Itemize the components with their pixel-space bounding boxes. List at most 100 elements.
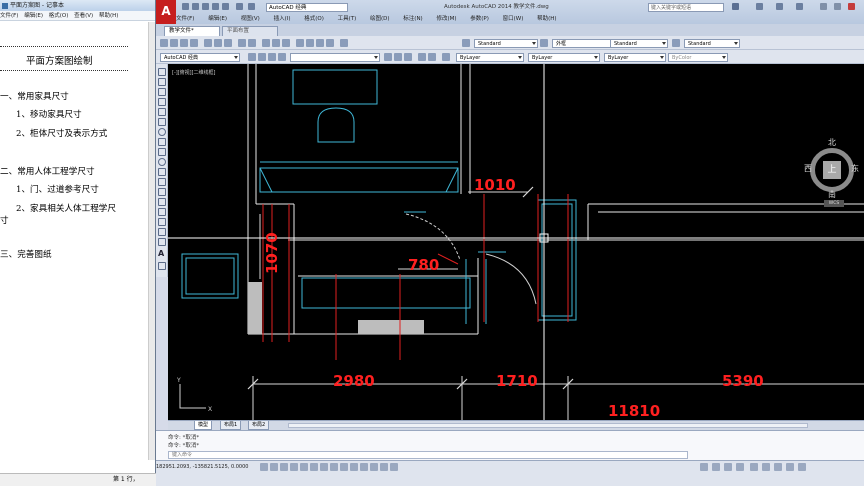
menu-tools[interactable]: 工具(T) — [338, 16, 357, 22]
ortho-icon[interactable] — [290, 463, 298, 471]
menu-draw[interactable]: 绘图(D) — [370, 16, 390, 22]
workspace-select-2[interactable]: AutoCAD 经典 — [160, 53, 240, 62]
otrack-icon[interactable] — [330, 463, 338, 471]
ellipse-arc-icon[interactable] — [158, 168, 166, 176]
layer-unisolate-icon[interactable] — [428, 53, 436, 61]
color-select[interactable]: ByLayer — [456, 53, 524, 62]
help-search-input[interactable]: 键入关键字或短语 — [648, 3, 724, 12]
undo-icon[interactable] — [236, 3, 243, 10]
zoom-window-icon[interactable] — [282, 39, 290, 47]
customization-icon[interactable] — [786, 463, 794, 471]
polar-icon[interactable] — [300, 463, 308, 471]
undo-icon[interactable] — [238, 39, 246, 47]
make-block-icon[interactable] — [158, 188, 166, 196]
user-icon[interactable] — [756, 3, 763, 10]
tool-palette-icon[interactable] — [316, 39, 324, 47]
lineweight-select[interactable]: ByLayer — [604, 53, 666, 62]
tab-layout2[interactable]: 布局2 — [248, 421, 270, 430]
horizontal-scrollbar[interactable] — [288, 423, 808, 428]
infer-constraints-icon[interactable] — [260, 463, 268, 471]
dim-style-select[interactable]: 外框 — [552, 39, 616, 48]
pan-icon[interactable] — [262, 39, 270, 47]
properties-icon[interactable] — [296, 39, 304, 47]
menu-dimension[interactable]: 标注(N) — [403, 16, 422, 22]
make-current-icon[interactable] — [384, 53, 392, 61]
np-menu-edit[interactable]: 编辑(E) — [24, 13, 43, 19]
gradient-icon[interactable] — [158, 218, 166, 226]
color-swatch-icon[interactable] — [442, 53, 450, 61]
brush-icon[interactable] — [712, 463, 720, 471]
print-icon[interactable] — [190, 39, 198, 47]
design-center-icon[interactable] — [306, 39, 314, 47]
layer-previous-icon[interactable] — [394, 53, 402, 61]
new-icon[interactable] — [160, 39, 168, 47]
rectangle-icon[interactable] — [158, 108, 166, 116]
close-icon[interactable] — [848, 3, 855, 10]
copy-icon[interactable] — [214, 39, 222, 47]
save-icon[interactable] — [202, 3, 209, 10]
viewcube[interactable]: 上 北 南 东 西 WCS — [804, 137, 860, 210]
ellipse-icon[interactable] — [158, 158, 166, 166]
print-icon[interactable] — [222, 3, 229, 10]
polyline-icon[interactable] — [158, 88, 166, 96]
wcs-menu[interactable]: WCS — [824, 200, 844, 207]
text-style-icon[interactable] — [462, 39, 470, 47]
region-icon[interactable] — [158, 228, 166, 236]
open-icon[interactable] — [170, 39, 178, 47]
notepad-scrollbar[interactable] — [148, 22, 155, 460]
sun-icon[interactable] — [268, 53, 276, 61]
arc-icon[interactable] — [158, 118, 166, 126]
tab-model[interactable]: 模型 — [194, 421, 213, 430]
help-icon[interactable] — [796, 3, 803, 10]
table-icon[interactable] — [158, 238, 166, 246]
command-input[interactable]: 键入命令 — [168, 451, 688, 459]
hardware-accel-icon[interactable] — [774, 463, 782, 471]
lock-ui-icon[interactable] — [750, 463, 758, 471]
layer-isolate-icon[interactable] — [418, 53, 426, 61]
np-menu-file[interactable]: 文件(F) — [0, 13, 18, 19]
isolate-objects-icon[interactable] — [762, 463, 770, 471]
add-selected-icon[interactable] — [158, 262, 166, 270]
cut-icon[interactable] — [204, 39, 212, 47]
compass-north[interactable]: 北 — [828, 137, 836, 148]
ducs-icon[interactable] — [340, 463, 348, 471]
redo-icon[interactable] — [248, 3, 255, 10]
3d-osnap-icon[interactable] — [320, 463, 328, 471]
help-icon[interactable] — [340, 39, 348, 47]
quick-properties-icon[interactable] — [380, 463, 388, 471]
menu-insert[interactable]: 插入(I) — [274, 16, 291, 22]
lock-icon[interactable] — [278, 53, 286, 61]
circle-icon[interactable] — [158, 128, 166, 136]
menu-window[interactable]: 窗口(W) — [503, 16, 524, 22]
np-menu-view[interactable]: 查看(V) — [74, 13, 93, 19]
workspace-switch-icon[interactable] — [736, 463, 744, 471]
hatch-icon[interactable] — [158, 208, 166, 216]
line-icon[interactable] — [158, 68, 166, 76]
pen-icon[interactable] — [724, 463, 732, 471]
new-file-icon[interactable] — [182, 3, 189, 10]
menu-help[interactable]: 帮助(H) — [537, 16, 556, 22]
lightbulb-icon[interactable] — [258, 53, 266, 61]
tab-floor-plan[interactable]: 平面布置 — [222, 26, 278, 36]
zoom-icon[interactable] — [272, 39, 280, 47]
insert-block-icon[interactable] — [158, 178, 166, 186]
dyn-icon[interactable] — [350, 463, 358, 471]
mleader-style-icon[interactable] — [672, 39, 680, 47]
polygon-icon[interactable] — [158, 98, 166, 106]
search-icon[interactable] — [732, 3, 739, 10]
plot-style-select[interactable]: ByColor — [668, 53, 728, 62]
calculator-icon[interactable] — [326, 39, 334, 47]
multiline-text-icon[interactable]: A — [158, 250, 166, 258]
paste-icon[interactable] — [224, 39, 232, 47]
np-menu-help[interactable]: 帮助(H) — [99, 13, 118, 19]
menu-edit[interactable]: 编辑(E) — [208, 16, 227, 22]
np-menu-format[interactable]: 格式(O) — [49, 13, 69, 19]
open-file-icon[interactable] — [192, 3, 199, 10]
layer-select[interactable] — [290, 53, 380, 62]
compass-east[interactable]: 东 — [851, 163, 859, 174]
menu-view[interactable]: 视图(V) — [241, 16, 260, 22]
revision-cloud-icon[interactable] — [158, 138, 166, 146]
selection-cycling-icon[interactable] — [390, 463, 398, 471]
lineweight-toggle-icon[interactable] — [360, 463, 368, 471]
exchange-icon[interactable] — [776, 3, 783, 10]
